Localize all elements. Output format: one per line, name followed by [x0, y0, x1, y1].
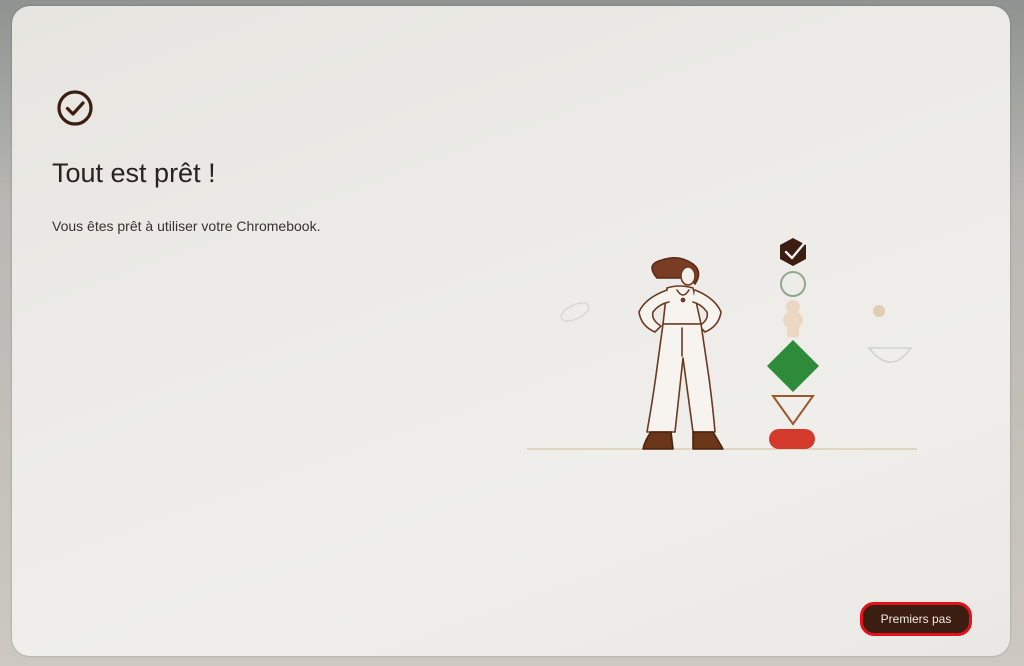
setup-complete-dialog: Tout est prêt ! Vous êtes prêt à utilise… [12, 6, 1010, 656]
woman-with-stacked-shapes-illustration [527, 238, 917, 450]
green-diamond-shape [767, 340, 819, 392]
hexagon-check-shape [780, 238, 806, 266]
get-started-button[interactable]: Premiers pas [860, 602, 972, 636]
get-started-button-label: Premiers pas [880, 612, 952, 626]
faint-peach-shape [783, 300, 803, 337]
page-subtitle: Vous êtes prêt à utiliser votre Chromebo… [52, 218, 321, 234]
stacked-shapes [767, 238, 819, 449]
page-title: Tout est prêt ! [52, 158, 216, 188]
faint-pill-shape [560, 302, 590, 322]
faint-dot-shape [873, 305, 885, 317]
woman-figure [638, 256, 724, 450]
check-circle-icon [57, 90, 93, 126]
faint-semicircle-shape [867, 347, 913, 363]
circle-outline-shape [780, 271, 806, 297]
triangle-outline-shape [771, 395, 815, 426]
red-pill-shape [769, 429, 815, 449]
